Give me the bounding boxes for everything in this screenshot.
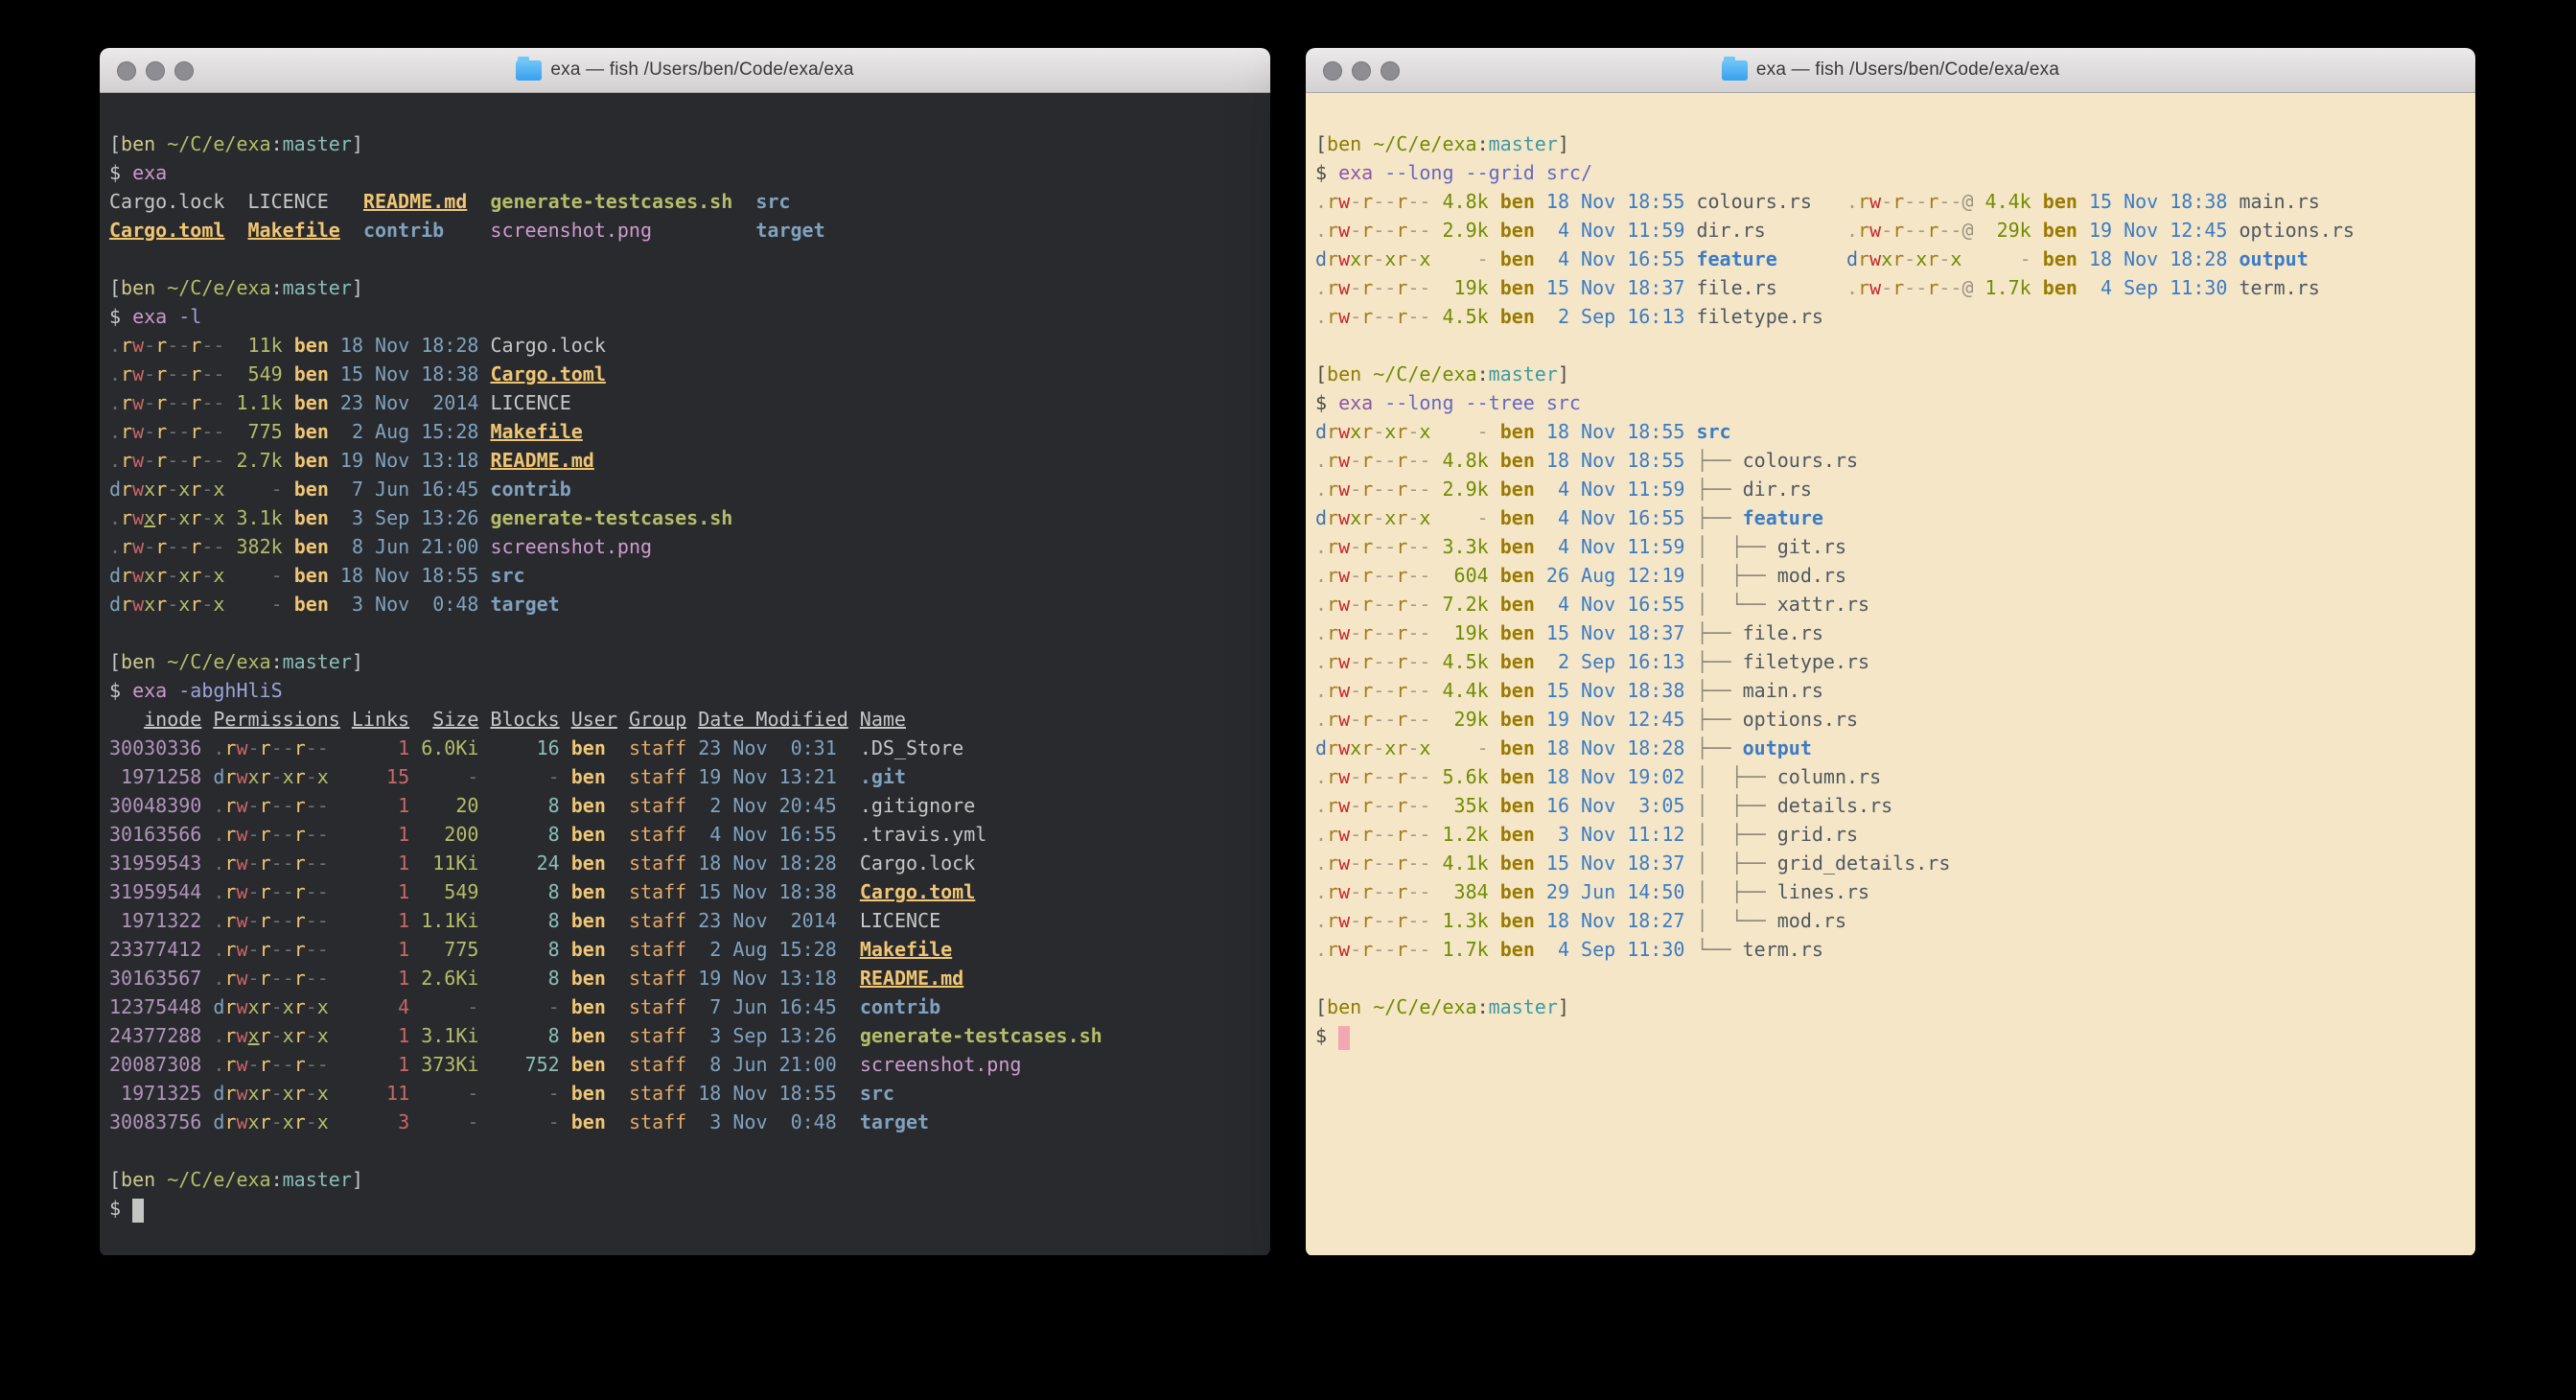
close-button[interactable] (1323, 61, 1342, 81)
terminal-line (109, 618, 1259, 647)
minimize-button[interactable] (1352, 61, 1371, 81)
terminal-line: .rw-r--r-- 5.6k ben 18 Nov 19:02 │ ├── c… (1315, 762, 2464, 791)
terminal-line: .rw-r--r-- 19k ben 15 Nov 18:37 file.rs … (1315, 273, 2464, 302)
terminal-line: 30083756 drwxr-xr-x 3 - - ben staff 3 No… (109, 1108, 1259, 1136)
terminal-line (1315, 331, 2464, 360)
zoom-button[interactable] (174, 61, 194, 81)
terminal-line: 20087308 .rw-r--r-- 1 373Ki 752 ben staf… (109, 1050, 1259, 1079)
terminal-line: .rw-r--r-- 11k ben 18 Nov 18:28 Cargo.lo… (109, 331, 1259, 360)
traffic-lights-right (1323, 48, 1400, 93)
desktop-background: exa — fish /Users/ben/Code/exa/exa [ben … (0, 0, 2576, 1400)
folder-icon (1722, 60, 1748, 81)
terminal-line: $ (109, 1194, 1259, 1223)
terminal-line: drwxr-xr-x - ben 3 Nov 0:48 target (109, 590, 1259, 618)
text-cursor (1338, 1026, 1350, 1050)
terminal-line: .rw-r--r-- 2.7k ben 19 Nov 13:18 README.… (109, 446, 1259, 475)
folder-icon (516, 60, 542, 81)
terminal-window-right: exa — fish /Users/ben/Code/exa/exa [ben … (1306, 48, 2475, 1256)
terminal-line: .rwxr-xr-x 3.1k ben 3 Sep 13:26 generate… (109, 503, 1259, 532)
terminal-line: .rw-r--r-- 1.2k ben 3 Nov 11:12 │ ├── gr… (1315, 820, 2464, 849)
terminal-line: .rw-r--r-- 4.8k ben 18 Nov 18:55 ├── col… (1315, 446, 2464, 475)
terminal-line: 30163567 .rw-r--r-- 1 2.6Ki 8 ben staff … (109, 964, 1259, 992)
terminal-line: inode Permissions Links Size Blocks User… (109, 705, 1259, 734)
window-title-text: exa — fish /Users/ben/Code/exa/exa (550, 59, 853, 81)
titlebar-right[interactable]: exa — fish /Users/ben/Code/exa/exa (1306, 48, 2475, 93)
terminal-line: $ exa -l (109, 302, 1259, 331)
terminal-line: 31959544 .rw-r--r-- 1 549 8 ben staff 15… (109, 877, 1259, 906)
window-title: exa — fish /Users/ben/Code/exa/exa (1722, 59, 2059, 81)
traffic-lights-left (117, 48, 194, 93)
terminal-line: .rw-r--r-- 604 ben 26 Aug 12:19 │ ├── mo… (1315, 561, 2464, 590)
terminal-line: 23377412 .rw-r--r-- 1 775 8 ben staff 2 … (109, 935, 1259, 964)
terminal-line: drwxr-xr-x - ben 18 Nov 18:55 src (109, 561, 1259, 590)
terminal-line (109, 245, 1259, 273)
terminal-line: drwxr-xr-x - ben 18 Nov 18:28 ├── output (1315, 734, 2464, 762)
terminal-line: 30048390 .rw-r--r-- 1 20 8 ben staff 2 N… (109, 791, 1259, 820)
terminal-line: [ben ~/C/e/exa:master] (1315, 992, 2464, 1021)
terminal-line: [ben ~/C/e/exa:master] (109, 647, 1259, 676)
terminal-line: $ exa --long --grid src/ (1315, 158, 2464, 187)
terminal-line: .rw-r--r-- 2.9k ben 4 Nov 11:59 ├── dir.… (1315, 475, 2464, 503)
text-cursor (132, 1199, 144, 1223)
terminal-line: drwxr-xr-x - ben 4 Nov 16:55 ├── feature (1315, 503, 2464, 532)
terminal-line: 1971325 drwxr-xr-x 11 - - ben staff 18 N… (109, 1079, 1259, 1108)
terminal-line: .rw-r--r-- 4.5k ben 2 Sep 16:13 ├── file… (1315, 647, 2464, 676)
terminal-line: .rw-r--r-- 1.3k ben 18 Nov 18:27 │ └── m… (1315, 906, 2464, 935)
terminal-content-left[interactable]: [ben ~/C/e/exa:master]$ exaCargo.lock LI… (100, 93, 1270, 1255)
terminal-line: Cargo.toml Makefile contrib screenshot.p… (109, 216, 1259, 245)
terminal-line: .rw-r--r-- 29k ben 19 Nov 12:45 ├── opti… (1315, 705, 2464, 734)
terminal-line: [ben ~/C/e/exa:master] (109, 1165, 1259, 1194)
terminal-line: .rw-r--r-- 1.7k ben 4 Sep 11:30 └── term… (1315, 935, 2464, 964)
close-button[interactable] (117, 61, 136, 81)
terminal-line: $ (1315, 1021, 2464, 1050)
terminal-line: drwxr-xr-x - ben 18 Nov 18:55 src (1315, 417, 2464, 446)
terminal-line: 30030336 .rw-r--r-- 1 6.0Ki 16 ben staff… (109, 734, 1259, 762)
terminal-line: $ exa (109, 158, 1259, 187)
terminal-line: 12375448 drwxr-xr-x 4 - - ben staff 7 Ju… (109, 992, 1259, 1021)
terminal-line: [ben ~/C/e/exa:master] (1315, 360, 2464, 388)
terminal-line: .rw-r--r-- 1.1k ben 23 Nov 2014 LICENCE (109, 388, 1259, 417)
terminal-line: .rw-r--r-- 2.9k ben 4 Nov 11:59 dir.rs .… (1315, 216, 2464, 245)
terminal-line: .rw-r--r-- 384 ben 29 Jun 14:50 │ ├── li… (1315, 877, 2464, 906)
terminal-line: .rw-r--r-- 35k ben 16 Nov 3:05 │ ├── det… (1315, 791, 2464, 820)
terminal-line: $ exa -abghHliS (109, 676, 1259, 705)
terminal-line: .rw-r--r-- 4.1k ben 15 Nov 18:37 │ ├── g… (1315, 849, 2464, 877)
terminal-line: .rw-r--r-- 549 ben 15 Nov 18:38 Cargo.to… (109, 360, 1259, 388)
terminal-line: 31959543 .rw-r--r-- 1 11Ki 24 ben staff … (109, 849, 1259, 877)
terminal-line (109, 1136, 1259, 1165)
terminal-line: [ben ~/C/e/exa:master] (109, 273, 1259, 302)
terminal-line: 1971322 .rw-r--r-- 1 1.1Ki 8 ben staff 2… (109, 906, 1259, 935)
terminal-line: drwxr-xr-x - ben 4 Nov 16:55 feature drw… (1315, 245, 2464, 273)
terminal-line: 1971258 drwxr-xr-x 15 - - ben staff 19 N… (109, 762, 1259, 791)
terminal-line: [ben ~/C/e/exa:master] (109, 129, 1259, 158)
terminal-line: .rw-r--r-- 4.4k ben 15 Nov 18:38 ├── mai… (1315, 676, 2464, 705)
terminal-line: .rw-r--r-- 382k ben 8 Jun 21:00 screensh… (109, 532, 1259, 561)
terminal-content-right[interactable]: [ben ~/C/e/exa:master]$ exa --long --gri… (1306, 93, 2475, 1255)
terminal-line: $ exa --long --tree src (1315, 388, 2464, 417)
terminal-line: .rw-r--r-- 4.5k ben 2 Sep 16:13 filetype… (1315, 302, 2464, 331)
terminal-line: .rw-r--r-- 4.8k ben 18 Nov 18:55 colours… (1315, 187, 2464, 216)
minimize-button[interactable] (146, 61, 165, 81)
titlebar-left[interactable]: exa — fish /Users/ben/Code/exa/exa (100, 48, 1270, 93)
terminal-line: Cargo.lock LICENCE README.md generate-te… (109, 187, 1259, 216)
terminal-line: 24377288 .rwxr-xr-x 1 3.1Ki 8 ben staff … (109, 1021, 1259, 1050)
terminal-line: .rw-r--r-- 19k ben 15 Nov 18:37 ├── file… (1315, 618, 2464, 647)
window-title: exa — fish /Users/ben/Code/exa/exa (516, 59, 853, 81)
terminal-line (1315, 964, 2464, 992)
zoom-button[interactable] (1381, 61, 1400, 81)
terminal-window-left: exa — fish /Users/ben/Code/exa/exa [ben … (100, 48, 1270, 1256)
terminal-line: drwxr-xr-x - ben 7 Jun 16:45 contrib (109, 475, 1259, 503)
terminal-line: .rw-r--r-- 7.2k ben 4 Nov 16:55 │ └── xa… (1315, 590, 2464, 618)
terminal-line: [ben ~/C/e/exa:master] (1315, 129, 2464, 158)
terminal-line: .rw-r--r-- 3.3k ben 4 Nov 11:59 │ ├── gi… (1315, 532, 2464, 561)
window-title-text: exa — fish /Users/ben/Code/exa/exa (1756, 59, 2059, 81)
terminal-line: 30163566 .rw-r--r-- 1 200 8 ben staff 4 … (109, 820, 1259, 849)
terminal-line: .rw-r--r-- 775 ben 2 Aug 15:28 Makefile (109, 417, 1259, 446)
